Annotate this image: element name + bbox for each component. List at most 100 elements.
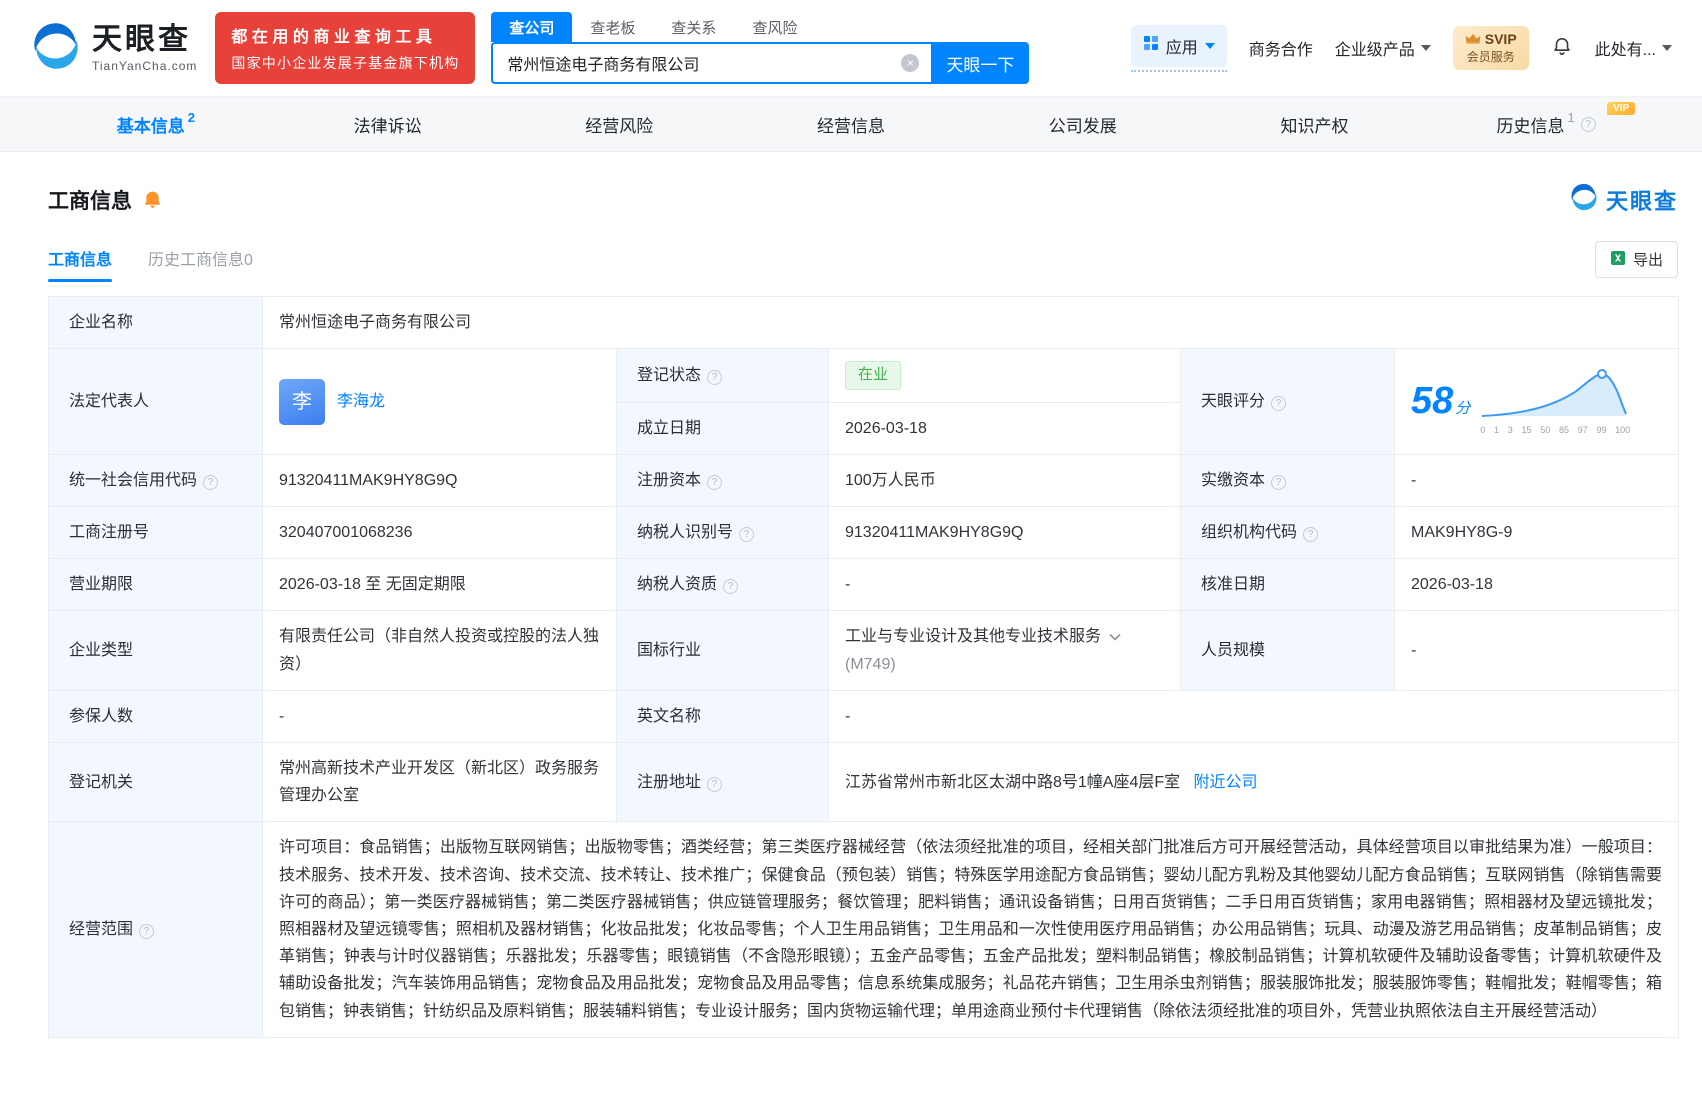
- label-staff-size: 人员规模: [1181, 611, 1395, 690]
- header-right: 应用 商务合作 企业级产品 SVIP 会员服务: [1131, 25, 1672, 72]
- label-company-type: 企业类型: [49, 611, 263, 690]
- help-icon[interactable]: [707, 777, 722, 792]
- user-menu[interactable]: 此处有...: [1595, 36, 1672, 60]
- business-info-table: 企业名称 常州恒途电子商务有限公司 法定代表人 李 李海龙 登记状态 在业 天眼…: [48, 296, 1679, 1038]
- label-establish-date: 成立日期: [617, 402, 829, 454]
- label-insured-count: 参保人数: [49, 690, 263, 742]
- tab-company-development[interactable]: 公司发展: [967, 97, 1199, 151]
- value-company-type: 有限责任公司（非自然人投资或控股的法人独资）: [263, 611, 617, 690]
- help-icon[interactable]: [1271, 475, 1286, 490]
- value-english-name: -: [829, 690, 1679, 742]
- search-input[interactable]: [491, 42, 931, 84]
- value-company-name: 常州恒途电子商务有限公司: [263, 297, 1679, 349]
- label-business-scope: 经营范围: [49, 822, 263, 1037]
- label-reg-authority: 登记机关: [49, 743, 263, 822]
- tab-history-info[interactable]: VIP 历史信息 1: [1430, 97, 1662, 151]
- value-reg-authority: 常州高新技术产业开发区（新北区）政务服务管理办公室: [263, 743, 617, 822]
- help-icon[interactable]: [707, 475, 722, 490]
- subtab-business-info[interactable]: 工商信息: [48, 246, 112, 282]
- label-legal-rep: 法定代表人: [49, 349, 263, 455]
- search-button[interactable]: 天眼一下: [931, 42, 1029, 84]
- notification-bell-button[interactable]: [1551, 35, 1573, 62]
- chevron-down-icon: [1421, 45, 1431, 51]
- avatar[interactable]: 李: [279, 379, 325, 425]
- value-staff-size: -: [1395, 611, 1679, 690]
- label-company-name: 企业名称: [49, 297, 263, 349]
- value-credit-code: 91320411MAK9HY8G9Q: [263, 454, 617, 506]
- value-taxpayer-id: 91320411MAK9HY8G9Q: [829, 507, 1181, 559]
- watermark-text: 天眼查: [1606, 184, 1678, 216]
- help-icon[interactable]: [1271, 396, 1286, 411]
- cooperation-link[interactable]: 商务合作: [1249, 36, 1313, 60]
- svip-membership-button[interactable]: SVIP 会员服务: [1453, 26, 1529, 70]
- status-badge: 在业: [845, 361, 901, 390]
- value-taxpayer-quality: -: [829, 559, 1181, 611]
- tab-operating-info[interactable]: 经营信息: [735, 97, 967, 151]
- nearby-companies-link[interactable]: 附近公司: [1194, 774, 1258, 791]
- label-approval-date: 核准日期: [1181, 559, 1395, 611]
- help-icon[interactable]: [203, 475, 218, 490]
- apps-menu-button[interactable]: 应用: [1131, 25, 1227, 67]
- value-reg-number: 320407001068236: [263, 507, 617, 559]
- label-reg-capital: 注册资本: [617, 454, 829, 506]
- label-reg-address: 注册地址: [617, 743, 829, 822]
- chevron-down-icon[interactable]: [1109, 633, 1121, 641]
- label-reg-number: 工商注册号: [49, 507, 263, 559]
- score-chart: 0131550859799100: [1480, 364, 1630, 438]
- value-insured-count: -: [263, 690, 617, 742]
- industry-code: (M749): [845, 651, 1164, 678]
- search-tab-relation[interactable]: 查关系: [653, 12, 734, 42]
- search-tab-boss[interactable]: 查老板: [572, 12, 653, 42]
- help-icon[interactable]: [139, 924, 154, 939]
- svip-sublabel: 会员服务: [1467, 48, 1515, 65]
- top-header: 天眼查 TianYanCha.com 都在用的商业查询工具 国家中小企业发展子基…: [0, 0, 1702, 96]
- chevron-down-icon: [1662, 45, 1672, 51]
- value-establish-date: 2026-03-18: [829, 402, 1181, 454]
- label-taxpayer-id: 纳税人识别号: [617, 507, 829, 559]
- label-org-code: 组织机构代码: [1181, 507, 1395, 559]
- value-industry: 工业与专业设计及其他专业技术服务 (M749): [829, 611, 1181, 690]
- label-credit-code: 统一社会信用代码: [49, 454, 263, 506]
- promo-banner: 都在用的商业查询工具 国家中小企业发展子基金旗下机构: [215, 12, 475, 84]
- search-block: 查公司 查老板 查关系 查风险 天眼一下: [491, 12, 1029, 84]
- tab-legal-proceedings[interactable]: 法律诉讼: [272, 97, 504, 151]
- watermark-logo: 天眼查: [1569, 182, 1678, 217]
- help-icon[interactable]: [1303, 527, 1318, 542]
- label-score: 天眼评分: [1181, 349, 1395, 455]
- search-tab-risk[interactable]: 查风险: [734, 12, 815, 42]
- value-business-term: 2026-03-18 至 无固定期限: [263, 559, 617, 611]
- value-score: 58分 0131550859799100: [1395, 349, 1679, 455]
- apps-menu-wrap: 应用: [1131, 25, 1227, 72]
- promo-line1: 都在用的商业查询工具: [231, 23, 459, 47]
- label-business-term: 营业期限: [49, 559, 263, 611]
- label-reg-status: 登记状态: [617, 349, 829, 403]
- promo-line2: 国家中小企业发展子基金旗下机构: [231, 53, 459, 73]
- legal-rep-link[interactable]: 李海龙: [337, 388, 385, 415]
- bell-icon: [1551, 35, 1573, 62]
- enterprise-products-link[interactable]: 企业级产品: [1335, 36, 1431, 60]
- tab-basic-info[interactable]: 基本信息 2: [40, 97, 272, 151]
- help-icon[interactable]: [1581, 117, 1596, 132]
- alert-bell-icon[interactable]: [142, 189, 163, 210]
- vip-tag: VIP: [1607, 102, 1635, 115]
- help-icon[interactable]: [723, 579, 738, 594]
- logo-domain: TianYanCha.com: [92, 59, 197, 73]
- subtab-history-business-info[interactable]: 历史工商信息0: [148, 246, 253, 282]
- tab-intellectual-property[interactable]: 知识产权: [1199, 97, 1431, 151]
- page-title: 工商信息: [48, 185, 132, 215]
- export-button[interactable]: 导出: [1595, 241, 1678, 278]
- value-approval-date: 2026-03-18: [1395, 559, 1679, 611]
- help-icon[interactable]: [739, 527, 754, 542]
- chevron-down-icon: [1205, 43, 1215, 49]
- help-icon[interactable]: [707, 370, 722, 385]
- value-reg-address: 江苏省常州市新北区太湖中路8号1幢A座4层F室 附近公司: [829, 743, 1679, 822]
- subtab-row: 工商信息 历史工商信息0 导出: [48, 241, 1678, 282]
- search-tab-company[interactable]: 查公司: [491, 12, 572, 42]
- logo-title: 天眼查: [92, 23, 197, 56]
- crown-icon: [1465, 31, 1481, 47]
- value-reg-capital: 100万人民币: [829, 454, 1181, 506]
- tianyancha-logo[interactable]: 天眼查 TianYanCha.com: [30, 20, 197, 77]
- grid-icon: [1143, 35, 1159, 56]
- apps-label: 应用: [1166, 34, 1198, 58]
- tab-operating-risk[interactable]: 经营风险: [503, 97, 735, 151]
